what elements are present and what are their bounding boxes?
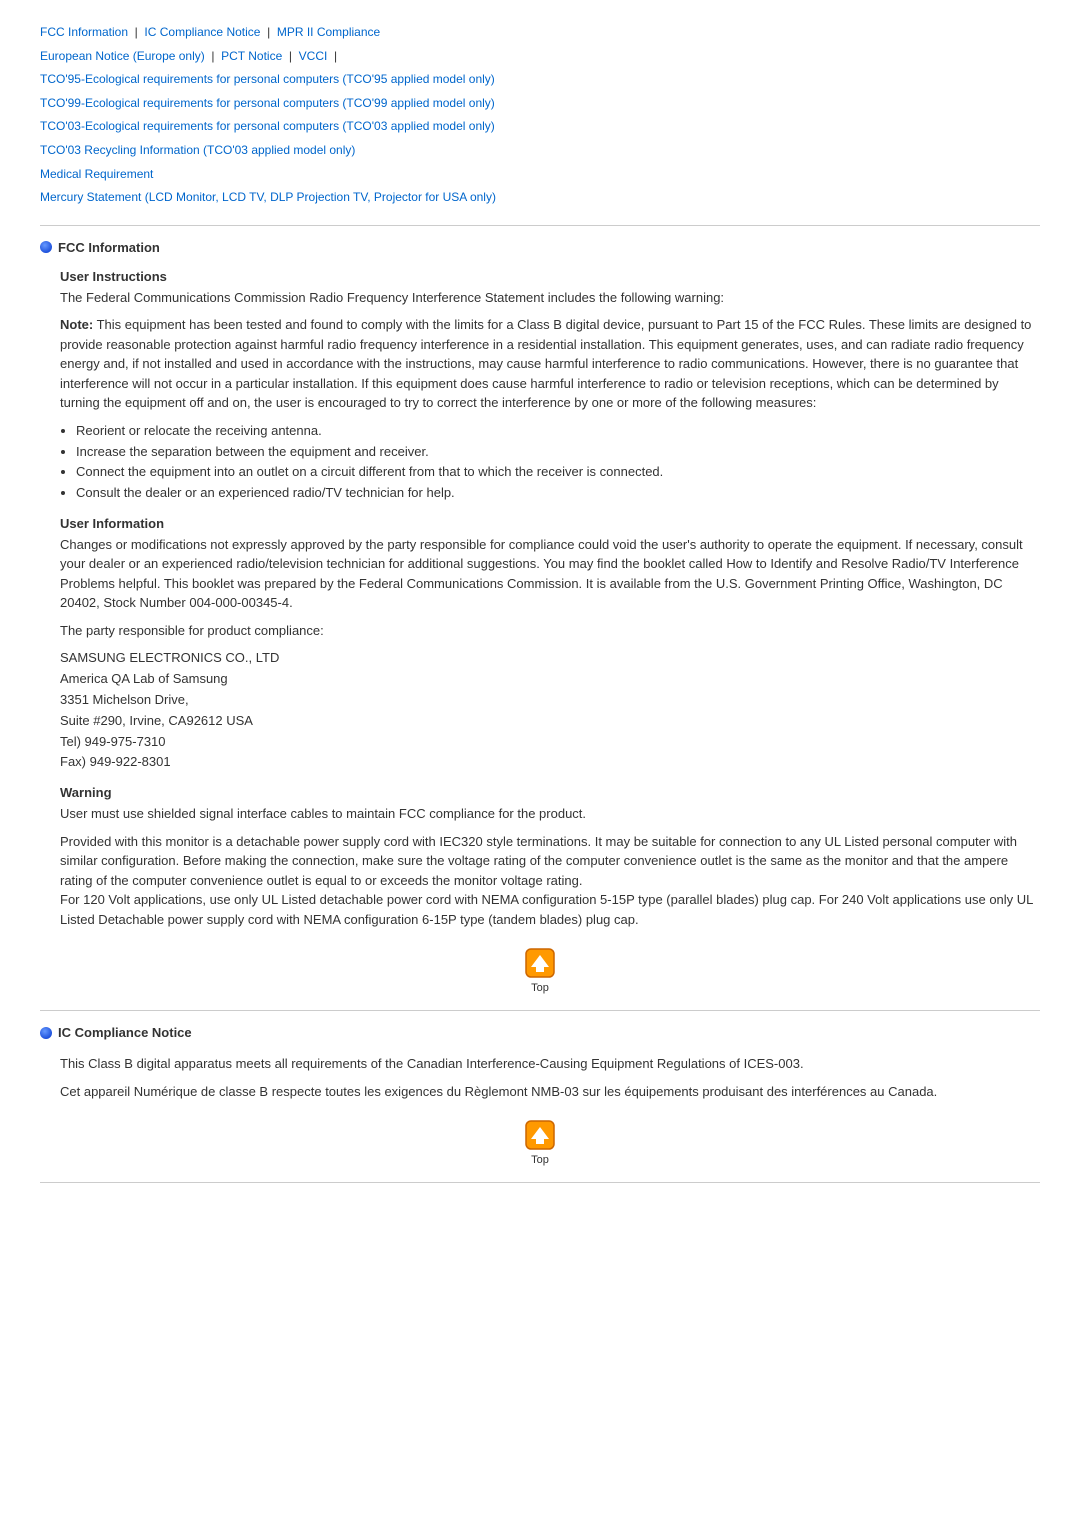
bullet-item: Reorient or relocate the receiving anten…: [76, 421, 1040, 442]
user-information-title: User Information: [60, 516, 1040, 531]
ic-section-header: IC Compliance Notice: [40, 1025, 1040, 1040]
user-information-para2: The party responsible for product compli…: [60, 621, 1040, 641]
nav-link-ic[interactable]: IC Compliance Notice: [144, 25, 260, 39]
bullet-item: Connect the equipment into an outlet on …: [76, 462, 1040, 483]
nav-link-tco95[interactable]: TCO'95-Ecological requirements for perso…: [40, 72, 495, 86]
fcc-top-button-container: Top: [40, 945, 1040, 994]
user-instructions-intro: The Federal Communications Commission Ra…: [60, 288, 1040, 308]
ic-bullet-icon: [40, 1027, 52, 1039]
fcc-top-button[interactable]: Top: [522, 945, 558, 994]
address-block: SAMSUNG ELECTRONICS CO., LTD America QA …: [60, 648, 1040, 773]
fcc-bullet-icon: [40, 241, 52, 253]
fcc-section: FCC Information User Instructions The Fe…: [40, 240, 1040, 994]
nav-link-fcc[interactable]: FCC Information: [40, 25, 128, 39]
nav-link-tco03[interactable]: TCO'03-Ecological requirements for perso…: [40, 119, 495, 133]
fcc-section-header: FCC Information: [40, 240, 1040, 255]
bottom-divider: [40, 1182, 1040, 1183]
user-information-para1: Changes or modifications not expressly a…: [60, 535, 1040, 613]
top-arrow-icon: [522, 945, 558, 981]
ic-top-arrow-icon: [522, 1117, 558, 1153]
user-instructions-title: User Instructions: [60, 269, 1040, 284]
user-instructions-note: Note: This equipment has been tested and…: [60, 315, 1040, 413]
nav-link-medical[interactable]: Medical Requirement: [40, 167, 153, 181]
nav-link-pct[interactable]: PCT Notice: [221, 49, 282, 63]
warning-subsection: Warning User must use shielded signal in…: [60, 785, 1040, 929]
nav-link-mercury[interactable]: Mercury Statement (LCD Monitor, LCD TV, …: [40, 190, 496, 204]
warning-para1: User must use shielded signal interface …: [60, 804, 1040, 824]
warning-title: Warning: [60, 785, 1040, 800]
warning-para2: Provided with this monitor is a detachab…: [60, 832, 1040, 930]
ic-content: This Class B digital apparatus meets all…: [60, 1054, 1040, 1101]
ic-header-label: IC Compliance Notice: [58, 1025, 192, 1040]
fcc-header-label: FCC Information: [58, 240, 160, 255]
ic-para2: Cet appareil Numérique de classe B respe…: [60, 1082, 1040, 1102]
user-instructions-subsection: User Instructions The Federal Communicat…: [60, 269, 1040, 504]
bullet-item: Consult the dealer or an experienced rad…: [76, 483, 1040, 504]
middle-divider: [40, 1010, 1040, 1011]
ic-para1: This Class B digital apparatus meets all…: [60, 1054, 1040, 1074]
nav-link-vcci[interactable]: VCCI: [299, 49, 328, 63]
nav-link-european[interactable]: European Notice (Europe only): [40, 49, 205, 63]
navigation-links: FCC Information | IC Compliance Notice |…: [40, 20, 1040, 209]
user-instructions-bullets: Reorient or relocate the receiving anten…: [76, 421, 1040, 504]
nav-link-tco99[interactable]: TCO'99-Ecological requirements for perso…: [40, 96, 495, 110]
ic-top-button[interactable]: Top: [522, 1117, 558, 1166]
ic-top-button-container: Top: [40, 1117, 1040, 1166]
nav-link-tco03r[interactable]: TCO'03 Recycling Information (TCO'03 app…: [40, 143, 355, 157]
ic-section: IC Compliance Notice This Class B digita…: [40, 1025, 1040, 1166]
bullet-item: Increase the separation between the equi…: [76, 442, 1040, 463]
top-divider: [40, 225, 1040, 226]
fcc-top-label: Top: [531, 982, 549, 994]
user-information-subsection: User Information Changes or modification…: [60, 516, 1040, 773]
ic-top-label: Top: [531, 1154, 549, 1166]
nav-link-mpr[interactable]: MPR II Compliance: [277, 25, 380, 39]
